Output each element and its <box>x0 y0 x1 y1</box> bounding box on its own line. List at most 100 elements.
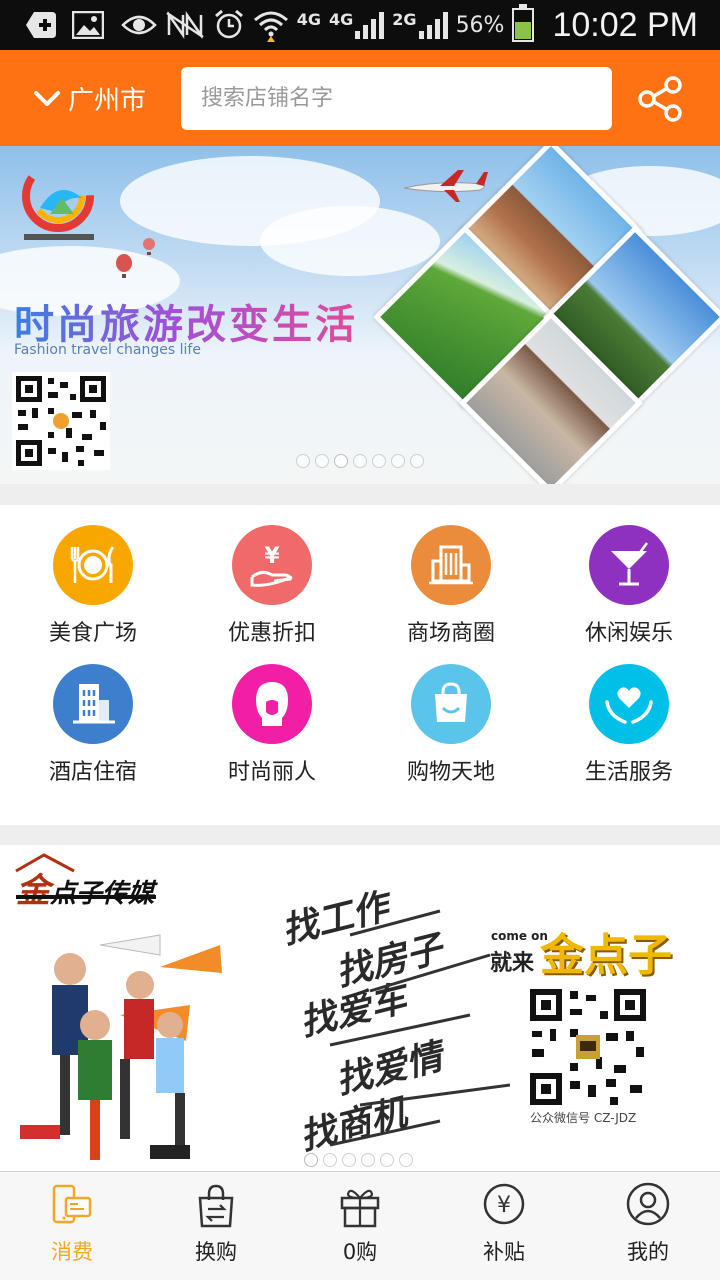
hot-air-balloon-icon <box>116 254 132 278</box>
carousel-dot[interactable] <box>380 1153 394 1167</box>
status-left-icons <box>24 8 104 42</box>
cloud <box>260 206 440 276</box>
network-type-2: 4G <box>329 9 354 29</box>
hotel-building-icon <box>73 684 115 724</box>
category-shopping[interactable]: 购物天地 <box>361 664 541 802</box>
carousel-dot[interactable] <box>315 454 329 468</box>
category-label: 生活服务 <box>584 760 673 785</box>
people-megaphones-illustration <box>20 934 222 1160</box>
category-icon-bg <box>589 664 669 744</box>
carousel-dot[interactable] <box>410 454 424 468</box>
category-discount[interactable]: ¥ 优惠折扣 <box>182 525 362 663</box>
tab-label: 换购 <box>195 1240 237 1264</box>
tab-zero-buy[interactable]: 0购 <box>288 1172 432 1280</box>
signal-bars-2-icon <box>418 11 448 39</box>
woman-head-icon <box>256 682 288 726</box>
brand-name: 金点子 <box>540 930 672 981</box>
yen-hand-icon: ¥ <box>250 544 293 587</box>
tab-mine[interactable]: 我的 <box>576 1172 720 1280</box>
category-label: 优惠折扣 <box>227 621 316 646</box>
svg-text:¥: ¥ <box>497 1193 511 1218</box>
jindianzi-banner[interactable]: 金点子传媒 找工作 找房子 找爱车 找爱情 找商机 come on 就来 金点子… <box>0 845 720 1171</box>
status-bar: 4G 4G 2G 56% 10:02 PM <box>0 0 720 50</box>
tab-label: 补贴 <box>483 1240 525 1264</box>
city-label: 广州市 <box>68 85 147 116</box>
tab-label: 我的 <box>627 1240 669 1264</box>
carousel-dot[interactable] <box>304 1153 318 1167</box>
yen-circle-icon: ¥ <box>483 1183 525 1225</box>
category-label: 美食广场 <box>48 621 137 646</box>
category-label: 酒店住宿 <box>48 760 137 785</box>
carousel-dot[interactable] <box>353 454 367 468</box>
carousel-dot[interactable] <box>334 454 348 468</box>
share-icon[interactable] <box>636 75 684 123</box>
section-divider <box>0 484 720 505</box>
category-icon-bg <box>589 525 669 605</box>
logo-underline <box>16 895 156 899</box>
network-type-1: 4G <box>296 9 322 29</box>
heart-hands-icon <box>605 687 653 724</box>
carousel-dot[interactable] <box>296 454 310 468</box>
chevron-down-icon <box>34 91 60 106</box>
carousel-dot[interactable] <box>391 454 405 468</box>
logo-gold-char: 金 <box>16 871 50 911</box>
bottom-tab-bar: 消费 换购 0购 ¥ 补贴 我的 <box>0 1171 720 1280</box>
battery-level <box>515 22 532 39</box>
logo-text: 点子传媒 <box>50 879 155 909</box>
category-beauty[interactable]: 时尚丽人 <box>182 664 362 802</box>
category-services[interactable]: 生活服务 <box>539 664 719 802</box>
category-label: 休闲娱乐 <box>584 621 673 646</box>
signal-bars-icon <box>355 11 385 39</box>
tab-subsidy[interactable]: ¥ 补贴 <box>432 1172 576 1280</box>
category-icon-bg: ¥ <box>232 525 312 605</box>
travel-banner[interactable]: 时尚旅游改变生活 Fashion travel changes life <box>0 146 720 484</box>
carousel-dot[interactable] <box>323 1153 337 1167</box>
fork-plate-knife-icon <box>70 546 115 583</box>
tab-consume[interactable]: 消费 <box>0 1172 144 1280</box>
wechat-id: 公众微信号 CZ-JDZ <box>530 1111 637 1125</box>
section-divider <box>0 825 720 845</box>
city-selector[interactable]: 广州市 <box>32 76 146 120</box>
search-input[interactable] <box>181 67 612 130</box>
qr-code <box>12 372 110 470</box>
no-nfc-icon <box>166 11 204 39</box>
alarm-clock-icon <box>214 9 243 39</box>
category-leisure[interactable]: 休闲娱乐 <box>539 525 719 663</box>
category-icon-bg <box>411 525 491 605</box>
category-label: 购物天地 <box>406 760 495 785</box>
travel-agency-logo <box>22 160 94 232</box>
category-hotel[interactable]: 酒店住宿 <box>3 664 183 802</box>
wechat-qr-code <box>526 985 650 1109</box>
wifi-icon <box>253 11 288 42</box>
gallery-icon <box>72 11 104 39</box>
hot-air-balloon-icon <box>143 238 155 255</box>
airplane-icon <box>403 170 488 202</box>
eye-icon <box>120 15 157 35</box>
shopping-bag-icon <box>435 682 467 722</box>
gift-box-icon <box>340 1189 380 1228</box>
category-food[interactable]: 美食广场 <box>3 525 183 663</box>
carousel-dot[interactable] <box>361 1153 375 1167</box>
battery-icon <box>512 4 535 42</box>
mall-building-icon <box>429 545 473 585</box>
user-profile-icon <box>626 1182 670 1226</box>
jiulai-text: 就来 <box>490 951 535 976</box>
phone-card-icon <box>52 1184 92 1224</box>
category-icon-bg <box>411 664 491 744</box>
carousel-dot[interactable] <box>399 1153 413 1167</box>
category-icon-bg <box>232 664 312 744</box>
svg-text:¥: ¥ <box>264 544 280 569</box>
category-mall[interactable]: 商场商圈 <box>361 525 541 663</box>
add-notification-icon <box>26 12 56 38</box>
category-icon-bg <box>53 664 133 744</box>
battery-percent: 56% <box>455 12 505 38</box>
tab-label: 消费 <box>51 1240 93 1264</box>
tab-exchange[interactable]: 换购 <box>144 1172 288 1280</box>
speed-lines <box>329 909 511 1147</box>
carousel-dot[interactable] <box>342 1153 356 1167</box>
logo-roof-icon <box>15 853 75 873</box>
carousel-dot[interactable] <box>372 454 386 468</box>
cocktail-icon <box>611 542 648 586</box>
category-label: 时尚丽人 <box>227 760 316 785</box>
top-header: 广州市 <box>0 50 720 146</box>
